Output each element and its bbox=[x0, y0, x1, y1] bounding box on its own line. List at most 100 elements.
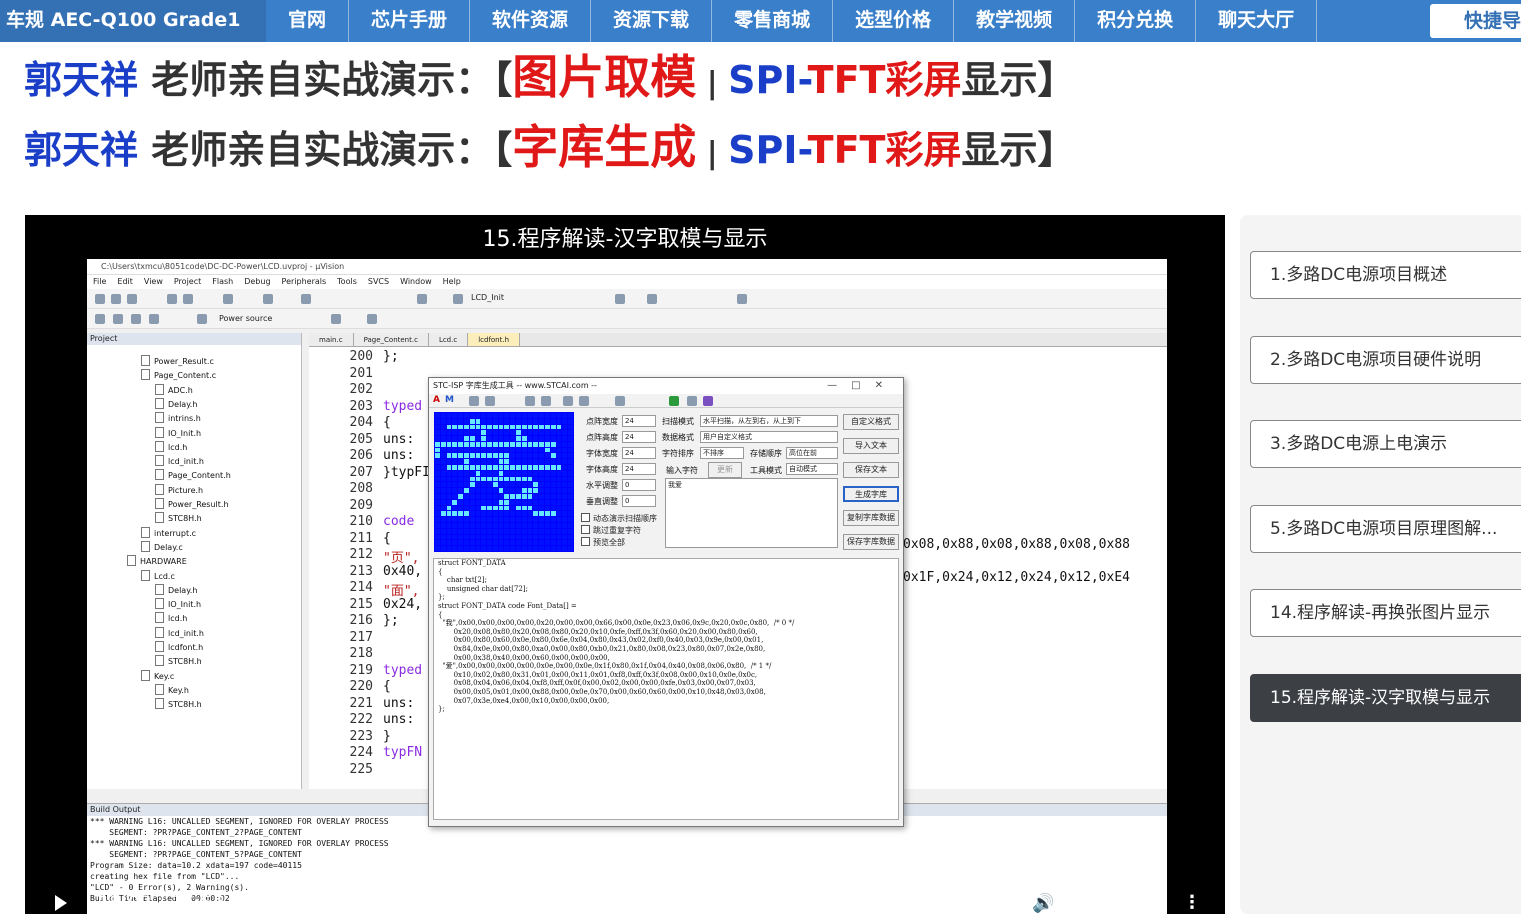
glyph-pixel[interactable] bbox=[475, 534, 481, 540]
glyph-pixel[interactable] bbox=[440, 540, 446, 546]
glyph-pixel[interactable] bbox=[469, 447, 475, 453]
glyph-pixel[interactable] bbox=[435, 494, 440, 499]
glyph-pixel[interactable] bbox=[533, 482, 539, 488]
glyph-pixel[interactable] bbox=[533, 499, 539, 505]
glyph-pixel[interactable] bbox=[481, 424, 487, 430]
glyph-pixel[interactable] bbox=[510, 511, 516, 517]
glyph-pixel[interactable] bbox=[533, 528, 539, 534]
glyph-pixel[interactable] bbox=[550, 476, 556, 482]
ide-menu-item[interactable]: Edit bbox=[117, 275, 133, 289]
glyph-pixel[interactable] bbox=[498, 494, 504, 499]
glyph-pixel[interactable] bbox=[527, 453, 533, 459]
glyph-pixel[interactable] bbox=[521, 488, 527, 494]
glyph-pixel[interactable] bbox=[487, 413, 492, 418]
glyph-pixel[interactable] bbox=[533, 447, 539, 453]
glyph-pixel[interactable] bbox=[539, 447, 545, 453]
glyph-pixel[interactable] bbox=[463, 430, 469, 436]
glyph-pixel[interactable] bbox=[492, 465, 498, 470]
glyph-pixel[interactable] bbox=[510, 436, 516, 441]
glyph-pixel[interactable] bbox=[516, 436, 521, 441]
glyph-pixel[interactable] bbox=[469, 540, 475, 546]
input-text-area[interactable]: 我爱 bbox=[665, 478, 838, 548]
glyph-pixel[interactable] bbox=[562, 534, 568, 540]
glyph-pixel[interactable] bbox=[463, 413, 469, 418]
glyph-pixel[interactable] bbox=[516, 505, 521, 511]
project-tree-item[interactable]: Key.h bbox=[155, 684, 189, 695]
glyph-pixel[interactable] bbox=[481, 430, 487, 436]
glyph-pixel[interactable] bbox=[492, 476, 498, 482]
glyph-pixel[interactable] bbox=[452, 470, 458, 476]
glyph-pixel[interactable] bbox=[458, 447, 463, 453]
glyph-pixel[interactable] bbox=[516, 413, 521, 418]
glyph-pixel[interactable] bbox=[481, 511, 487, 517]
glyph-pixel[interactable] bbox=[458, 453, 463, 459]
glyph-pixel[interactable] bbox=[527, 470, 533, 476]
glyph-pixel[interactable] bbox=[487, 424, 492, 430]
glyph-pixel[interactable] bbox=[487, 517, 492, 523]
project-tree-item[interactable]: STC8H.h bbox=[155, 512, 202, 523]
glyph-pixel[interactable] bbox=[446, 523, 452, 528]
glyph-pixel[interactable] bbox=[521, 436, 527, 441]
glyph-pixel[interactable] bbox=[458, 430, 463, 436]
glyph-pixel[interactable] bbox=[492, 482, 498, 488]
glyph-pixel[interactable] bbox=[539, 441, 545, 447]
glyph-pixel[interactable] bbox=[533, 430, 539, 436]
ide-menu-item[interactable]: Help bbox=[443, 275, 461, 289]
glyph-pixel[interactable] bbox=[504, 499, 510, 505]
glyph-pixel[interactable] bbox=[527, 511, 533, 517]
fullscreen-icon[interactable] bbox=[1109, 896, 1125, 910]
project-tree-item[interactable]: STC8H.h bbox=[155, 655, 202, 666]
glyph-pixel[interactable] bbox=[568, 453, 573, 459]
glyph-pixel[interactable] bbox=[440, 505, 446, 511]
glyph-pixel[interactable] bbox=[458, 476, 463, 482]
glyph-pixel[interactable] bbox=[446, 517, 452, 523]
nav-link[interactable]: 芯片手册 bbox=[349, 0, 471, 42]
glyph-pixel[interactable] bbox=[545, 517, 550, 523]
glyph-pixel[interactable] bbox=[516, 441, 521, 447]
glyph-pixel[interactable] bbox=[492, 447, 498, 453]
glyph-pixel[interactable] bbox=[452, 424, 458, 430]
glyph-pixel[interactable] bbox=[504, 470, 510, 476]
glyph-pixel[interactable] bbox=[440, 517, 446, 523]
nav-link[interactable]: 软件资源 bbox=[470, 0, 592, 42]
playlist-item[interactable]: 14.程序解读-再换张图片显示 bbox=[1250, 589, 1521, 638]
glyph-pixel[interactable] bbox=[440, 436, 446, 441]
glyph-pixel[interactable] bbox=[469, 546, 475, 551]
glyph-pixel[interactable] bbox=[435, 505, 440, 511]
dialog-action-button[interactable]: 保存字库数据 bbox=[843, 534, 899, 550]
editor-tab[interactable]: Page_Content.c bbox=[353, 333, 429, 346]
glyph-pixel[interactable] bbox=[568, 465, 573, 470]
brand-title[interactable]: 车规 AEC-Q100 Grade1 bbox=[0, 0, 266, 42]
glyph-pixel[interactable] bbox=[533, 441, 539, 447]
glyph-pixel[interactable] bbox=[568, 523, 573, 528]
glyph-pixel[interactable] bbox=[568, 476, 573, 482]
glyph-pixel[interactable] bbox=[469, 528, 475, 534]
glyph-pixel[interactable] bbox=[539, 494, 545, 499]
glyph-pixel[interactable] bbox=[533, 523, 539, 528]
glyph-pixel[interactable] bbox=[510, 459, 516, 465]
glyph-pixel[interactable] bbox=[521, 546, 527, 551]
glyph-pixel[interactable] bbox=[550, 430, 556, 436]
glyph-pixel[interactable] bbox=[458, 523, 463, 528]
glyph-pixel[interactable] bbox=[545, 459, 550, 465]
glyph-pixel[interactable] bbox=[469, 465, 475, 470]
setting-value[interactable]: 24 bbox=[622, 431, 656, 443]
glyph-pixel[interactable] bbox=[527, 540, 533, 546]
glyph-pixel[interactable] bbox=[539, 418, 545, 424]
glyph-pixel[interactable] bbox=[562, 418, 568, 424]
glyph-pixel[interactable] bbox=[475, 499, 481, 505]
glyph-pixel[interactable] bbox=[435, 528, 440, 534]
glyph-pixel[interactable] bbox=[533, 546, 539, 551]
glyph-pixel[interactable] bbox=[481, 499, 487, 505]
glyph-pixel[interactable] bbox=[510, 476, 516, 482]
glyph-pixel[interactable] bbox=[492, 540, 498, 546]
glyph-pixel[interactable] bbox=[516, 424, 521, 430]
glyph-pixel[interactable] bbox=[539, 534, 545, 540]
glyph-pixel[interactable] bbox=[463, 488, 469, 494]
glyph-pixel[interactable] bbox=[452, 453, 458, 459]
glyph-pixel[interactable] bbox=[446, 505, 452, 511]
glyph-pixel[interactable] bbox=[475, 488, 481, 494]
glyph-pixel[interactable] bbox=[440, 465, 446, 470]
glyph-pixel[interactable] bbox=[550, 523, 556, 528]
glyph-pixel[interactable] bbox=[527, 517, 533, 523]
